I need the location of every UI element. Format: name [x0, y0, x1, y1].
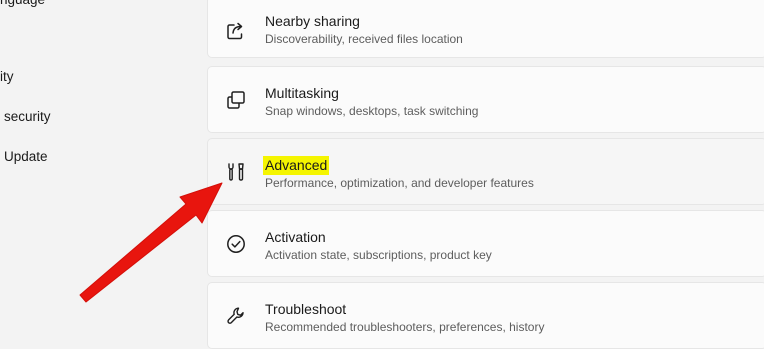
card-subtitle: Performance, optimization, and developer… [265, 176, 534, 190]
wrench-icon [227, 307, 244, 324]
card-subtitle: Snap windows, desktops, task switching [265, 104, 479, 118]
sidebar-item-privacy-security[interactable]: security [4, 105, 194, 129]
tools-icon [228, 162, 244, 181]
card-title: Activation [265, 229, 326, 245]
sidebar-item-windows-update[interactable]: Update [4, 145, 194, 169]
card-title: Multitasking [265, 85, 339, 101]
sidebar-item-label: security [4, 109, 51, 124]
sidebar-item-label: Update [4, 149, 48, 164]
settings-card-advanced[interactable]: Advanced Performance, optimization, and … [207, 138, 764, 205]
card-subtitle: Discoverability, received files location [265, 32, 463, 46]
share-icon [227, 22, 243, 40]
sidebar-nav: nguage ity security Update [0, 0, 200, 336]
settings-card-nearby-sharing[interactable]: Nearby sharing Discoverability, received… [207, 0, 764, 58]
sidebar-item-label: ity [0, 69, 14, 84]
card-title: Advanced [263, 156, 330, 175]
card-title: Troubleshoot [265, 301, 347, 317]
settings-card-troubleshoot[interactable]: Troubleshoot Recommended troubleshooters… [207, 282, 764, 349]
card-subtitle: Recommended troubleshooters, preferences… [265, 320, 545, 334]
multitasking-icon [227, 90, 245, 109]
settings-card-activation[interactable]: Activation Activation state, subscriptio… [207, 210, 764, 277]
check-circle-icon [227, 234, 245, 253]
sidebar-item-label: nguage [0, 0, 45, 7]
sidebar-item-language[interactable]: nguage [0, 0, 190, 12]
card-title: Nearby sharing [265, 13, 360, 29]
sidebar-item-accessibility[interactable]: ity [0, 65, 190, 89]
highlight-marker: Advanced [263, 156, 330, 175]
settings-card-multitasking[interactable]: Multitasking Snap windows, desktops, tas… [207, 66, 764, 133]
card-subtitle: Activation state, subscriptions, product… [265, 248, 492, 262]
